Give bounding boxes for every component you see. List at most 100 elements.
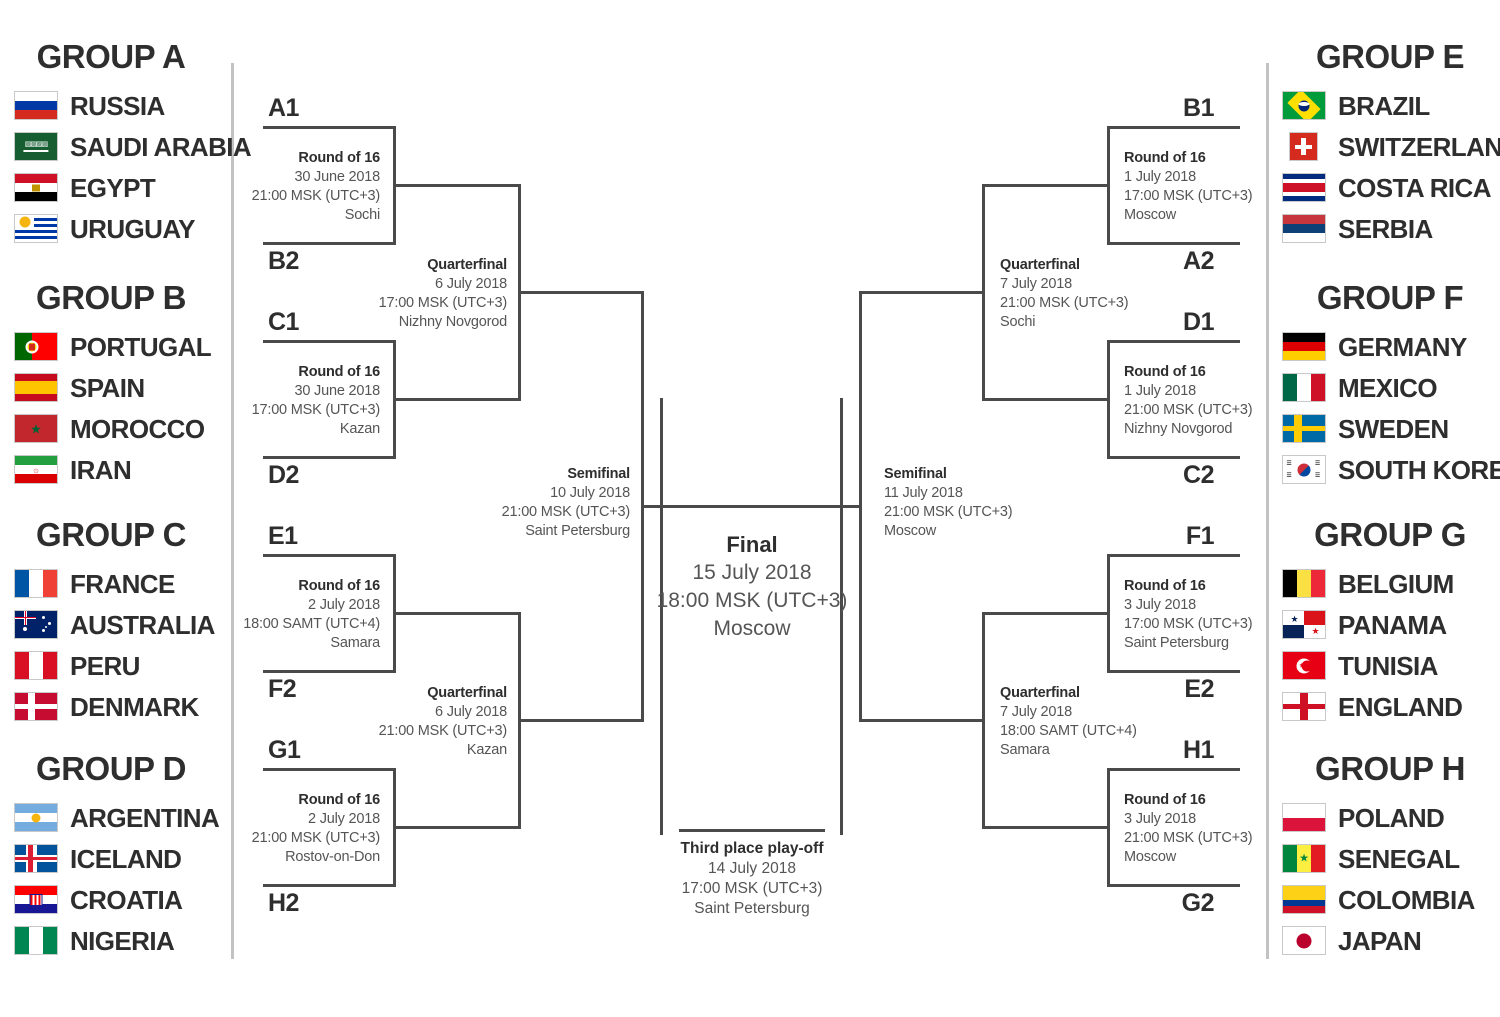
team-row: ENGLAND (1268, 686, 1500, 727)
match-venue: Nizhny Novgorod (398, 313, 507, 330)
bracket-line (859, 291, 985, 294)
group-title-f: GROUP F (1316, 279, 1464, 316)
team-name: SERBIA (1338, 213, 1433, 244)
match-time: 21:00 MSK (UTC+3) (501, 503, 631, 520)
match-venue: Kazan (466, 741, 507, 758)
team-name: CROATIA (70, 884, 183, 915)
match-date: 3 July 2018 (1124, 596, 1196, 613)
bracket-line (660, 505, 840, 508)
third-place-rule (679, 829, 825, 832)
match-date: 30 June 2018 (294, 168, 381, 185)
team-name: SWITZERLAND (1338, 131, 1500, 162)
match-time: 21:00 MSK (UTC+3) (884, 503, 1013, 520)
match-date: 3 July 2018 (1124, 810, 1196, 827)
bracket-line (263, 670, 396, 673)
bracket-line (982, 826, 1110, 829)
team-name: MEXICO (1338, 372, 1438, 403)
slot-f2: F2 (268, 675, 297, 703)
match-round: Semifinal (884, 466, 947, 482)
match-round: Round of 16 (1124, 578, 1206, 594)
bracket-line (1107, 670, 1240, 673)
team-row: COLOMBIA (1268, 879, 1500, 920)
match-sf-r: Semifinal 11 July 2018 21:00 MSK (UTC+3) Mo… (884, 465, 1094, 540)
group-title-g: GROUP G (1314, 516, 1466, 553)
match-r16-r2: Round of 16 1 July 2018 21:00 MSK (UTC+3) N… (1124, 363, 1334, 438)
team-name: NIGERIA (70, 925, 175, 956)
flag-argentina (14, 803, 58, 832)
match-time: 17:00 MSK (UTC+3) (1124, 187, 1253, 204)
match-time: 18:00 SAMT (UTC+4) (1000, 722, 1137, 739)
team-name: ENGLAND (1338, 691, 1463, 722)
flag-denmark (14, 692, 58, 721)
third-place-date: 14 July 2018 (708, 860, 796, 878)
match-date: 10 July 2018 (550, 484, 630, 501)
match-time: 17:00 MSK (UTC+3) (1124, 615, 1253, 632)
bracket-line (263, 768, 396, 771)
match-round: Round of 16 (298, 150, 380, 166)
team-row: GERMANY (1268, 326, 1500, 367)
bracket-line (840, 398, 843, 508)
bracket-canvas: GROUP A RUSSIA ▨▨▨▨ SAUDI ARABIA EGYPT URUGUA… (0, 0, 1500, 1017)
bracket-line (1107, 242, 1240, 245)
flag-colombia (1282, 885, 1326, 914)
team-name: BELGIUM (1338, 568, 1454, 599)
team-name: COLOMBIA (1338, 884, 1475, 915)
match-venue: Sochi (1000, 313, 1036, 330)
third-place-venue: Saint Petersburg (694, 900, 810, 918)
team-name: POLAND (1338, 802, 1445, 833)
bracket-line (393, 826, 521, 829)
slot-g2: G2 (1181, 889, 1215, 917)
slot-d2: D2 (268, 461, 299, 489)
flag-portugal (14, 332, 58, 361)
group-title-h: GROUP H (1315, 750, 1465, 787)
flag-tunisia: ★ (1282, 651, 1326, 680)
match-round: Quarterfinal (427, 257, 507, 273)
bracket-line (518, 719, 644, 722)
match-r16-r4: Round of 16 3 July 2018 21:00 MSK (UTC+3) M… (1124, 791, 1334, 866)
team-name: FRANCE (70, 568, 175, 599)
group-title-c: GROUP C (36, 516, 186, 553)
match-date: 2 July 2018 (308, 596, 380, 613)
slot-g1: G1 (268, 736, 301, 764)
team-row: ۞ IRAN (0, 449, 232, 490)
match-r16-r1: Round of 16 1 July 2018 17:00 MSK (UTC+3) M… (1124, 149, 1334, 224)
slot-c2: C2 (1183, 461, 1214, 489)
flag-iceland (14, 844, 58, 873)
match-time: 18:00 SAMT (UTC+4) (243, 615, 380, 632)
team-name: GERMANY (1338, 331, 1467, 362)
slot-b1: B1 (1183, 94, 1214, 122)
team-name: SWEDEN (1338, 413, 1449, 444)
third-place-label: Third place play-off (680, 840, 824, 857)
flag-england (1282, 692, 1326, 721)
match-qf-l1: Quarterfinal 6 July 2018 17:00 MSK (UTC+3)… (297, 256, 508, 331)
group-title-e: GROUP E (1315, 38, 1465, 75)
match-venue: Sochi (344, 206, 380, 223)
match-time: 17:00 MSK (UTC+3) (251, 401, 381, 418)
bracket-line (263, 340, 396, 343)
team-row: NIGERIA (0, 920, 232, 961)
match-date: 7 July 2018 (1000, 703, 1072, 720)
slot-h2: H2 (268, 889, 299, 917)
match-round: Round of 16 (1124, 364, 1206, 380)
flag-russia (14, 91, 58, 120)
match-qf-r1: Quarterfinal 7 July 2018 21:00 MSK (UTC+3)… (1000, 256, 1210, 331)
bracket-line (263, 242, 396, 245)
bracket-line (263, 126, 396, 129)
match-venue: Nizhny Novgorod (1124, 420, 1233, 437)
flag-south-korea: ☰ ☰ ☰ ☰ (1282, 455, 1326, 484)
team-name: TUNISIA (1338, 650, 1438, 681)
match-time: 21:00 MSK (UTC+3) (378, 722, 508, 739)
slot-b2: B2 (268, 247, 299, 275)
team-name: PANAMA (1338, 609, 1447, 640)
match-date: 6 July 2018 (435, 275, 507, 292)
flag-france (14, 569, 58, 598)
flag-egypt (14, 173, 58, 202)
team-row: ☰☰☰☰ SOUTH KOREA (1268, 449, 1500, 490)
match-round: Round of 16 (1124, 150, 1206, 166)
third-place-time: 17:00 MSK (UTC+3) (681, 880, 823, 898)
match-date: 2 July 2018 (308, 810, 380, 827)
match-venue: Moscow (884, 522, 936, 539)
bracket-line (263, 456, 396, 459)
match-venue: Moscow (1124, 848, 1176, 865)
bracket-line (660, 398, 663, 508)
